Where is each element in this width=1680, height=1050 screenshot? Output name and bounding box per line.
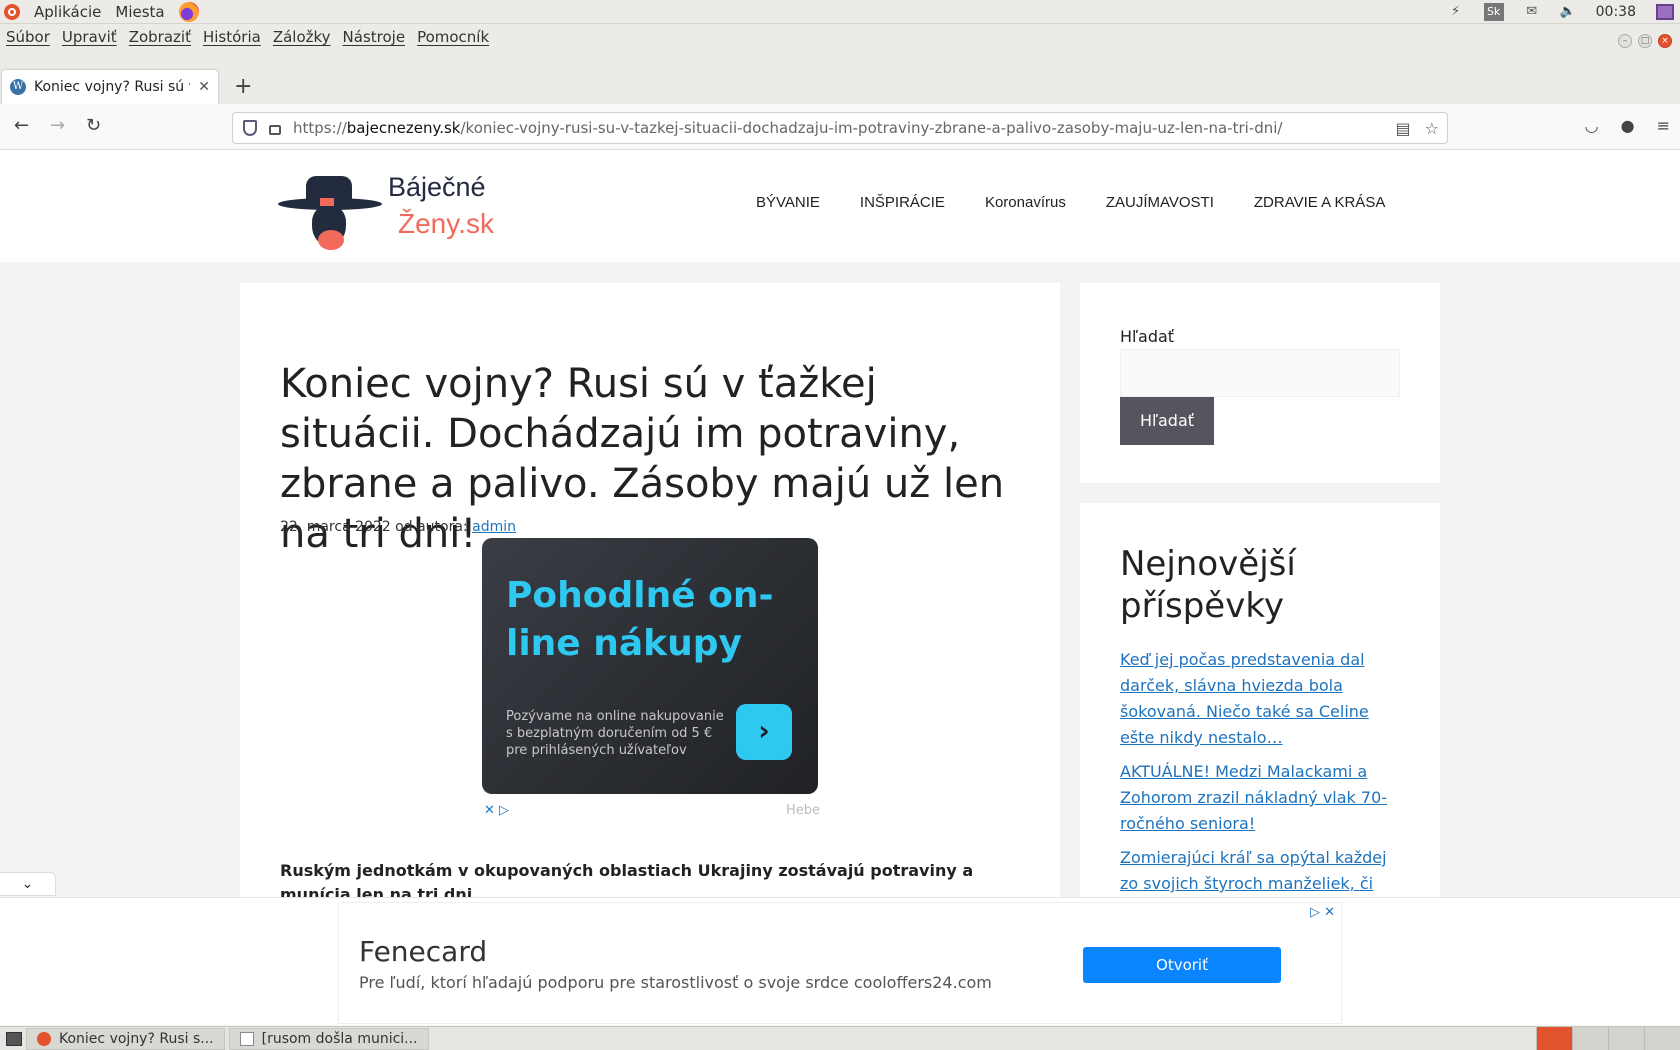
- nav-item-zdravie[interactable]: ZDRAVIE A KRÁSA: [1254, 194, 1385, 211]
- recent-post-link[interactable]: Keď jej počas predstavenia dal darček, s…: [1120, 647, 1400, 751]
- tracking-shield-icon[interactable]: [243, 120, 257, 136]
- inline-ad-brand: Hebe: [786, 803, 821, 818]
- nav-item-inspiracie[interactable]: INŠPIRÁCIE: [860, 194, 945, 211]
- taskbar-item-label: Koniec vojny? Rusi s...: [59, 1030, 214, 1047]
- hamburger-menu-icon[interactable]: ≡: [1657, 116, 1670, 135]
- search-widget: Hľadať Hľadať: [1080, 283, 1440, 483]
- collapse-ad-chevron-icon[interactable]: ⌄: [0, 872, 56, 896]
- browser-menubar: Súbor Upraviť Zobraziť História Záložky …: [0, 24, 1680, 50]
- lock-icon[interactable]: [269, 125, 281, 135]
- inline-ad-arrow-button[interactable]: ›: [736, 704, 792, 760]
- search-button[interactable]: Hľadať: [1120, 397, 1214, 445]
- window-controls: – □ ×: [1618, 34, 1672, 48]
- network-icon[interactable]: ⚡: [1448, 5, 1464, 19]
- reload-icon[interactable]: ↻: [86, 115, 101, 136]
- ubuntu-logo-icon[interactable]: [4, 3, 20, 20]
- bottom-ad-name[interactable]: Fenecard: [359, 935, 487, 968]
- taskbar-item-editor[interactable]: [rusom došla munici...: [228, 1027, 429, 1050]
- workspace-4[interactable]: [1644, 1027, 1680, 1050]
- show-desktop-icon[interactable]: [6, 1031, 22, 1046]
- ad-choices-icon[interactable]: ✕ ▷: [484, 803, 509, 818]
- inline-ad[interactable]: Pohodlné on-line nákupy Pozývame na onli…: [482, 538, 818, 794]
- address-bar[interactable]: https:// bajecnezeny.sk /koniec-vojny-ru…: [232, 112, 1448, 144]
- minimize-button[interactable]: –: [1618, 34, 1632, 48]
- bottom-ad-description: Pre ľudí, ktorí hľadajú podporu pre star…: [359, 973, 992, 992]
- recent-posts-widget: Nejnovější příspěvky Keď jej počas preds…: [1080, 503, 1440, 919]
- workspace-3[interactable]: [1608, 1027, 1644, 1050]
- inline-ad-description: Pozývame na online nakupovanie s bezplat…: [506, 709, 724, 758]
- firefox-launcher-icon[interactable]: [178, 1, 199, 22]
- post-date: 22. marca 2022 od autora:: [280, 519, 473, 535]
- article-card: Koniec vojny? Rusi sú v ťažkej situácii.…: [240, 283, 1060, 904]
- clock[interactable]: 00:38: [1596, 4, 1636, 20]
- tab-article[interactable]: W Koniec vojny? Rusi sú v ťa ✕: [2, 70, 218, 104]
- tab-strip: W Koniec vojny? Rusi sú v ťa ✕ +: [0, 50, 1680, 104]
- workspace-1[interactable]: [1536, 1027, 1572, 1050]
- recent-post-link[interactable]: AKTUÁLNE! Medzi Malackami a Zohorom zraz…: [1120, 759, 1400, 837]
- search-label: Hľadať: [1120, 327, 1175, 346]
- menu-tools[interactable]: Nástroje: [343, 28, 406, 46]
- places-menu[interactable]: Miesta: [115, 3, 164, 21]
- taskbar: Koniec vojny? Rusi s... [rusom došla mun…: [0, 1026, 1680, 1050]
- extensions-icon[interactable]: ●: [1621, 116, 1635, 135]
- volume-icon[interactable]: 🔈: [1560, 5, 1576, 19]
- site-header: Báječné Ženy.sk BÝVANIE INŠPIRÁCIE Koron…: [0, 150, 1680, 262]
- navigation-toolbar: ← → ↻ https:// bajecnezeny.sk /koniec-vo…: [0, 104, 1680, 150]
- forward-arrow-icon[interactable]: →: [50, 115, 65, 136]
- user-menu-icon[interactable]: [1656, 4, 1674, 20]
- menu-help[interactable]: Pomocník: [417, 28, 489, 46]
- menu-file[interactable]: Súbor: [6, 28, 50, 46]
- taskbar-item-firefox[interactable]: Koniec vojny? Rusi s...: [26, 1027, 225, 1050]
- inline-ad-headline[interactable]: Pohodlné on-line nákupy: [506, 572, 806, 668]
- url-path: /koniec-vojny-rusi-su-v-tazkej-situacii-…: [460, 119, 1283, 137]
- url-host: bajecnezeny.sk: [346, 119, 461, 137]
- apps-menu[interactable]: Aplikácie: [34, 3, 101, 21]
- reader-view-icon[interactable]: ▤: [1396, 119, 1411, 138]
- url-scheme: https://: [293, 119, 347, 137]
- close-window-button[interactable]: ×: [1658, 34, 1672, 48]
- workspace-switcher: [1536, 1027, 1680, 1050]
- text-editor-icon: [239, 1031, 254, 1046]
- logo-text-line2: Ženy.sk: [398, 208, 494, 239]
- search-input[interactable]: [1120, 349, 1400, 397]
- post-author-link[interactable]: admin: [472, 519, 516, 535]
- bottom-ad-open-button[interactable]: Otvoriť: [1083, 947, 1281, 983]
- maximize-button[interactable]: □: [1638, 34, 1652, 48]
- nav-item-zaujimavosti[interactable]: ZAUJÍMAVOSTI: [1106, 194, 1214, 211]
- logo-text-line1: Báječné: [388, 172, 486, 202]
- bookmark-star-icon[interactable]: ☆: [1425, 119, 1439, 138]
- firefox-icon: [37, 1031, 51, 1046]
- menu-view[interactable]: Zobraziť: [129, 28, 191, 46]
- post-meta: 22. marca 2022 od autora: admin: [280, 519, 516, 535]
- taskbar-item-label: [rusom došla munici...: [261, 1030, 418, 1047]
- ad-close-icon[interactable]: ▷ ✕: [1310, 905, 1335, 920]
- menu-bookmarks[interactable]: Záložky: [273, 28, 331, 46]
- system-top-panel: Aplikácie Miesta ⚡ Sk ✉ 🔈 00:38: [0, 0, 1680, 24]
- tab-title: Koniec vojny? Rusi sú v ťa: [34, 79, 190, 95]
- pocket-icon[interactable]: ◡: [1585, 116, 1599, 135]
- recent-posts-heading: Nejnovější příspěvky: [1120, 544, 1296, 626]
- recent-posts-list: Keď jej počas predstavenia dal darček, s…: [1120, 647, 1400, 931]
- wordpress-favicon-icon: W: [10, 79, 26, 95]
- keyboard-layout-indicator[interactable]: Sk: [1483, 3, 1504, 21]
- close-tab-icon[interactable]: ✕: [198, 79, 210, 95]
- menu-edit[interactable]: Upraviť: [62, 28, 117, 46]
- nav-item-byvanie[interactable]: BÝVANIE: [756, 194, 820, 211]
- workspace-2[interactable]: [1572, 1027, 1608, 1050]
- mail-icon[interactable]: ✉: [1524, 5, 1540, 19]
- new-tab-button[interactable]: +: [234, 74, 252, 99]
- bottom-ad[interactable]: Fenecard Pre ľudí, ktorí hľadajú podporu…: [338, 902, 1342, 1024]
- site-logo[interactable]: Báječné Ženy.sk: [278, 168, 498, 250]
- nav-item-koronavirus[interactable]: Koronavírus: [985, 194, 1066, 211]
- back-arrow-icon[interactable]: ←: [14, 115, 29, 136]
- menu-history[interactable]: História: [203, 28, 261, 46]
- main-navigation: BÝVANIE INŠPIRÁCIE Koronavírus ZAUJÍMAVO…: [756, 194, 1385, 211]
